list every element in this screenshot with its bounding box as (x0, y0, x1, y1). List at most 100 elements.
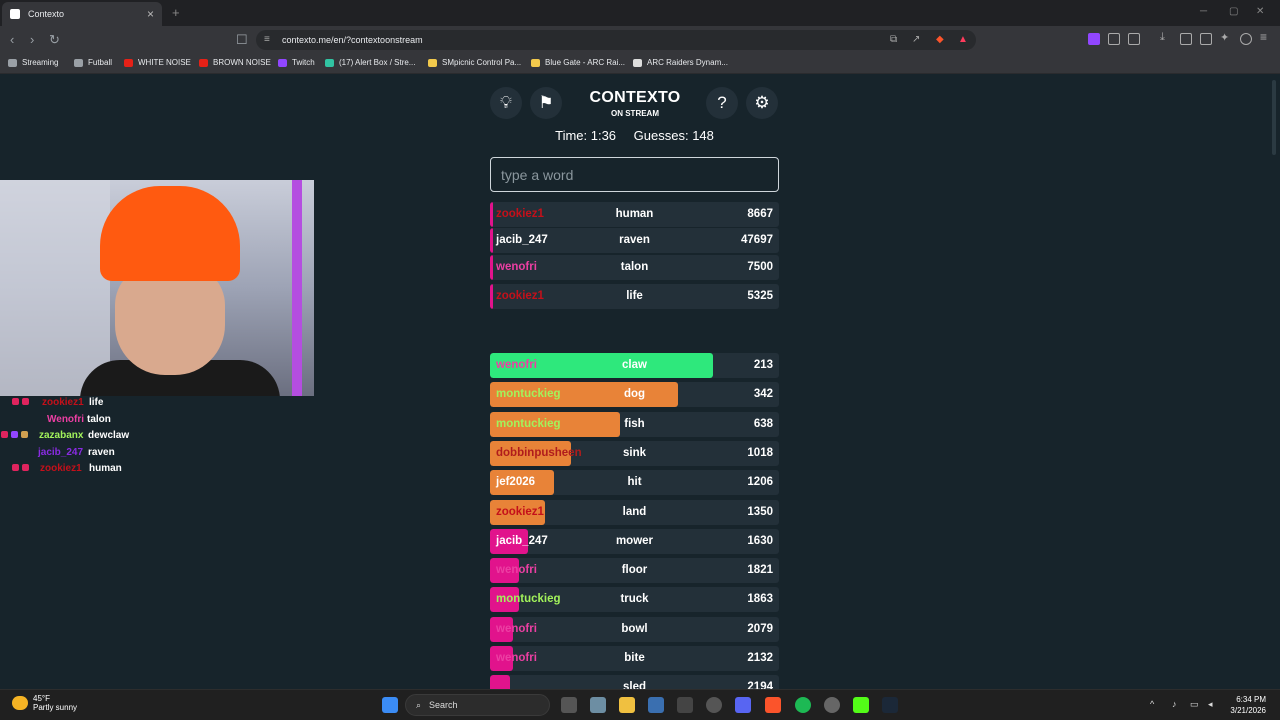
volume-icon[interactable]: ◂ (1208, 699, 1213, 710)
taskbar-search[interactable]: ⌕ Search (405, 694, 550, 716)
guess-word: life (626, 290, 643, 302)
guess-row: zookiez1 human 8667 (490, 202, 779, 227)
guess-word: bowl (621, 622, 648, 635)
bookmark-item[interactable]: Futball (74, 58, 112, 67)
system-clock[interactable]: 6:34 PM 3/21/2026 (1230, 694, 1266, 716)
forward-icon[interactable]: › (30, 32, 34, 47)
twitch-extension-icon[interactable] (1088, 33, 1100, 45)
guess-row: montuckieg dog 342 (490, 382, 779, 408)
guess-word: sink (622, 446, 646, 459)
bookmark-icon (74, 58, 83, 67)
address-bar[interactable]: ≡ contexto.me/en/?contextoonstream ⧉ ↗ ◆… (256, 30, 976, 50)
brave-rewards-icon[interactable]: ▲ (958, 34, 968, 45)
share-icon[interactable]: ↗ (912, 34, 920, 45)
bookmark-icon (428, 58, 437, 67)
maximize-icon[interactable]: ▢ (1229, 6, 1238, 17)
wallet-icon[interactable] (1200, 33, 1212, 45)
task-view-icon[interactable] (561, 697, 577, 713)
search-label: Search (429, 700, 458, 710)
obs-icon[interactable] (706, 697, 722, 713)
settings-app-icon[interactable] (590, 697, 606, 713)
guess-row: wenofri bowl 2079 (490, 616, 779, 642)
search-icon: ⌕ (416, 699, 422, 710)
bookmark-label: ARC Raiders Dynam... (647, 58, 728, 67)
app-icon[interactable] (677, 697, 693, 713)
bookmark-item[interactable]: Twitch (278, 58, 315, 67)
leo-ai-icon[interactable]: ✦ (1220, 31, 1232, 44)
weather-temp: 45°F (33, 694, 50, 703)
bookmark-item[interactable]: ARC Raiders Dynam... (633, 58, 728, 67)
open-external-icon[interactable]: ⧉ (890, 34, 897, 45)
sidebar-icon[interactable] (1180, 33, 1192, 45)
bookmark-item[interactable]: SMpicnic Control Pa... (428, 58, 521, 67)
contexto-favicon-icon (10, 9, 20, 19)
hint-button[interactable]: 💡︎ (490, 87, 522, 119)
menu-icon[interactable]: ≡ (1260, 30, 1272, 44)
streaming-app-icon[interactable] (853, 697, 869, 713)
file-explorer-icon[interactable] (619, 697, 635, 713)
bookmark-item[interactable]: BROWN NOISE (199, 58, 271, 67)
chat-message: jacib_247 raven (0, 445, 300, 462)
vpn-icon[interactable] (1240, 33, 1252, 45)
site-info-icon[interactable]: ≡ (264, 34, 270, 45)
bookmark-item[interactable]: Streaming (8, 58, 58, 67)
network-icon[interactable]: ▭ (1190, 699, 1199, 710)
discord-icon[interactable] (735, 697, 751, 713)
streamer-beanie (100, 186, 240, 281)
spotify-icon[interactable] (795, 697, 811, 713)
new-tab-icon[interactable]: + (172, 5, 180, 20)
download-icon[interactable]: ⤓ (1160, 31, 1172, 43)
chat-message: zookiez1 human (0, 461, 300, 478)
bookmark-page-icon[interactable]: ☐ (236, 32, 248, 48)
chat-username: zookiez1 (42, 397, 84, 408)
guess-row: sled 2194 (490, 675, 779, 689)
guess-distance: 8667 (747, 208, 773, 220)
guess-distance: 1863 (747, 593, 773, 606)
windows-taskbar: 45°F Partly sunny ⌕ Search ^ ♪ ▭ ◂ 6:34 … (0, 689, 1280, 720)
scrollbar[interactable] (1272, 80, 1276, 155)
steam-icon[interactable] (882, 697, 898, 713)
tray-overflow-icon[interactable]: ^ (1150, 699, 1154, 709)
guess-word: hit (627, 476, 642, 489)
guess-distance: 47697 (741, 234, 773, 246)
bookmark-item[interactable]: WHITE NOISE (124, 58, 191, 67)
close-window-icon[interactable]: ✕ (1256, 6, 1264, 17)
page-content: 💡︎ ⚑ CONTEXTO ON STREAM ? ⚙ Time: 1:36 G… (0, 75, 1280, 689)
app-icon-2[interactable] (824, 697, 840, 713)
chat-message: zazabanx dewclaw (0, 428, 300, 445)
bookmark-icon (8, 58, 17, 67)
guess-row: zookiez1 land 1350 (490, 499, 779, 525)
streamer-face (115, 265, 225, 375)
close-tab-icon[interactable]: × (147, 7, 154, 21)
start-icon[interactable] (382, 697, 398, 713)
bookmark-item[interactable]: (17) Alert Box / Stre... (325, 58, 415, 67)
chat-message: Wenofri talon (0, 412, 300, 429)
guess-distance: 213 (753, 359, 773, 371)
chat-text: life (89, 397, 104, 408)
security-app-icon[interactable] (648, 697, 664, 713)
give-up-button[interactable]: ⚑ (530, 87, 562, 119)
guess-word: talon (620, 261, 649, 273)
browser-toolbar: ‹ › ↻ ☐ ≡ contexto.me/en/?contextoonstre… (0, 26, 1280, 54)
screenshot-icon[interactable] (1128, 33, 1140, 45)
brave-shields-icon[interactable]: ◆ (936, 34, 944, 45)
game-logo: CONTEXTO ON STREAM (580, 89, 690, 118)
microphone-icon[interactable]: ♪ (1172, 699, 1177, 709)
back-icon[interactable]: ‹ (10, 32, 14, 47)
weather-widget[interactable]: 45°F Partly sunny (12, 694, 77, 712)
reload-icon[interactable]: ↻ (49, 32, 60, 48)
bookmark-icon (278, 58, 287, 67)
word-input[interactable] (490, 157, 779, 192)
browser-tab[interactable]: Contexto × (2, 2, 162, 26)
settings-button[interactable]: ⚙ (746, 87, 778, 119)
bookmark-item[interactable]: Blue Gate - ARC Rai... (531, 58, 625, 67)
chat-username: Wenofri (47, 413, 85, 425)
guess-word: raven (619, 234, 650, 246)
extensions-icon[interactable] (1108, 33, 1120, 45)
timer-text: Time: 1:36 (555, 128, 617, 143)
bookmarks-bar: Streaming Futball WHITE NOISE BROWN NOISE Tw… (0, 54, 1280, 74)
brave-icon[interactable] (765, 697, 781, 713)
minimize-icon[interactable]: ─ (1200, 6, 1207, 17)
help-button[interactable]: ? (706, 87, 738, 119)
bookmark-label: BROWN NOISE (213, 58, 271, 67)
